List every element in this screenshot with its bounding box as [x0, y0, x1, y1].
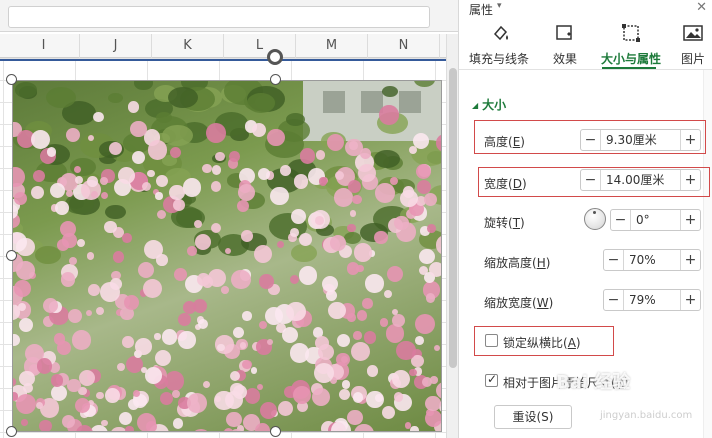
- close-icon[interactable]: ✕: [696, 0, 707, 15]
- rotation-dial-marker: [593, 211, 596, 214]
- scale-height-value[interactable]: 70%: [629, 250, 656, 270]
- watermark-url: jingyan.baidu.com: [600, 410, 693, 421]
- tab-effect-label: 效果: [552, 52, 577, 66]
- tab-size-property[interactable]: 大小与属性: [599, 20, 663, 70]
- height-decrement-button[interactable]: −: [581, 130, 601, 150]
- selection-line: [0, 59, 446, 61]
- rotation-value[interactable]: 0°: [636, 210, 650, 230]
- checkmark-icon: ✓: [487, 372, 498, 386]
- panel-header: 属性 ▾ ✕: [459, 0, 712, 18]
- width-value[interactable]: 14.00厘米: [606, 170, 664, 190]
- height-spinner[interactable]: − 9.30厘米 +: [580, 129, 701, 151]
- effect-icon: [556, 25, 572, 40]
- height-increment-button[interactable]: +: [680, 130, 700, 150]
- rotation-dial[interactable]: [584, 208, 606, 230]
- resize-handle-left[interactable]: [6, 250, 17, 261]
- chevron-down-icon[interactable]: ▾: [497, 1, 502, 11]
- lock-aspect-checkbox[interactable]: [485, 334, 498, 347]
- rotate-handle[interactable]: [267, 49, 283, 65]
- scale-height-decrement-button[interactable]: −: [604, 250, 624, 270]
- fill-line-icon: [493, 25, 508, 41]
- scale-width-decrement-button[interactable]: −: [604, 290, 624, 310]
- rotation-label: 旋转(T): [484, 216, 525, 230]
- background-building: [303, 81, 441, 141]
- property-tabs: 填充与线条 效果 大小与属性 图片: [459, 20, 712, 70]
- resize-handle-bottom-left[interactable]: [6, 426, 17, 437]
- tab-picture[interactable]: 图片: [675, 20, 711, 70]
- sheet-vertical-scrollbar[interactable]: [446, 34, 458, 438]
- scale-width-label: 缩放宽度(W): [484, 296, 554, 310]
- scale-height-spinner[interactable]: − 70% +: [603, 249, 701, 271]
- spreadsheet-area: I J K L M N: [0, 0, 458, 438]
- column-header-i[interactable]: I: [8, 34, 80, 58]
- tab-size-property-label: 大小与属性: [600, 52, 661, 66]
- relative-original-checkbox[interactable]: ✓: [485, 372, 498, 387]
- size-property-icon: [622, 24, 640, 42]
- column-header-m[interactable]: M: [296, 34, 368, 58]
- section-collapse-icon: ◢: [472, 101, 479, 110]
- width-spinner[interactable]: − 14.00厘米 +: [580, 169, 701, 191]
- resize-handle-top[interactable]: [270, 74, 281, 85]
- column-header-k[interactable]: K: [152, 34, 224, 58]
- tab-picture-label: 图片: [680, 52, 705, 66]
- rotation-increment-button[interactable]: +: [680, 210, 700, 230]
- rotation-decrement-button[interactable]: −: [611, 210, 631, 230]
- resize-handle-top-left[interactable]: [6, 74, 17, 85]
- selected-picture[interactable]: [12, 80, 442, 432]
- resize-handle-bottom[interactable]: [270, 426, 281, 437]
- width-decrement-button[interactable]: −: [581, 170, 601, 190]
- formula-bar: [0, 0, 458, 32]
- column-header-j[interactable]: J: [80, 34, 152, 58]
- lock-aspect-label[interactable]: 锁定纵横比(A): [503, 334, 581, 351]
- active-tab-indicator: [602, 67, 656, 69]
- scale-height-increment-button[interactable]: +: [680, 250, 700, 270]
- scale-width-value[interactable]: 79%: [629, 290, 656, 310]
- tab-fill-line-label: 填充与线条: [468, 52, 529, 66]
- tab-effect[interactable]: 效果: [543, 20, 587, 70]
- section-size-title: 大小: [482, 98, 507, 112]
- scale-width-spinner[interactable]: − 79% +: [603, 289, 701, 311]
- section-size-header[interactable]: ◢ 大小: [472, 96, 506, 113]
- scale-height-label: 缩放高度(H): [484, 256, 551, 270]
- scale-width-increment-button[interactable]: +: [680, 290, 700, 310]
- rotation-spinner[interactable]: − 0° +: [610, 209, 701, 231]
- height-value[interactable]: 9.30厘米: [606, 130, 657, 150]
- tab-fill-line[interactable]: 填充与线条: [465, 20, 533, 70]
- picture-icon: [683, 25, 703, 41]
- width-label: 宽度(D): [484, 177, 527, 191]
- panel-title[interactable]: 属性: [469, 1, 493, 18]
- column-header-row: I J K L M N: [0, 34, 446, 58]
- scrollbar-thumb[interactable]: [449, 68, 457, 368]
- height-label: 高度(E): [484, 135, 525, 149]
- width-increment-button[interactable]: +: [680, 170, 700, 190]
- formula-input[interactable]: [8, 6, 430, 28]
- column-header-l[interactable]: L: [224, 34, 296, 58]
- column-header-n[interactable]: N: [368, 34, 440, 58]
